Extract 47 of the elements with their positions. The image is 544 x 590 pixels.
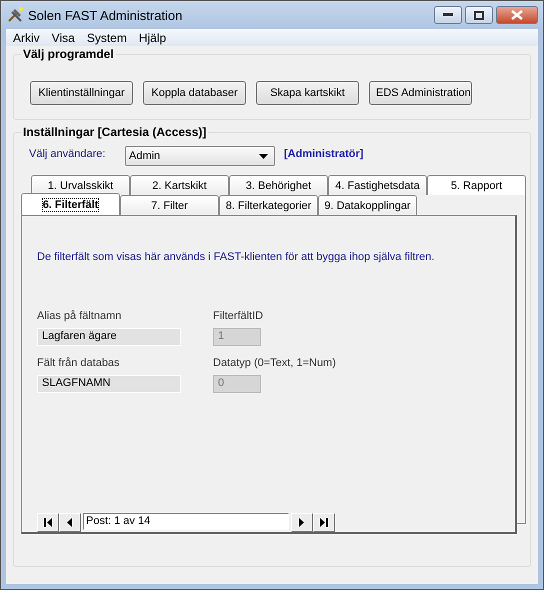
input-field[interactable]: Lagfaren ägare — [37, 328, 181, 346]
user-dropdown[interactable]: Admin — [125, 146, 275, 166]
field-label: Alias på fältnamn — [37, 310, 122, 322]
minimize-icon — [443, 13, 453, 17]
field-label: Datatyp (0=Text, 1=Num) — [213, 357, 337, 369]
group-title: Inställningar [Cartesia (Access)] — [21, 125, 208, 139]
input-field[interactable]: SLAGFNAMN — [37, 375, 181, 393]
tab[interactable]: 1. Urvalsskikt — [31, 175, 130, 195]
previous-icon — [67, 518, 73, 527]
tab[interactable]: 2. Kartskikt — [130, 175, 229, 195]
tab[interactable]: 9. Datakopplingar — [318, 195, 417, 215]
maximize-icon — [474, 10, 484, 20]
dropdown-arrow-icon — [259, 154, 268, 158]
last-record-button[interactable] — [313, 513, 335, 532]
close-icon — [511, 10, 523, 20]
record-field[interactable]: Post: 1 av 14 — [83, 513, 289, 530]
tab[interactable]: 4. Fastighetsdata — [328, 175, 427, 195]
menu-item[interactable]: Visa — [46, 30, 82, 44]
next-record-button[interactable] — [291, 513, 313, 532]
tab[interactable]: 8. Filterkategorier — [219, 195, 318, 215]
field-label: Fält från databas — [37, 357, 121, 369]
menu-item[interactable]: Arkiv — [8, 30, 47, 44]
tab[interactable]: 6. Filterfält — [21, 193, 120, 215]
program-button[interactable]: Klientinställningar — [30, 81, 133, 105]
first-icon — [44, 518, 52, 527]
role-label: [Administratör] — [284, 148, 364, 160]
group-title: Välj programdel — [21, 47, 116, 61]
tools-icon — [6, 6, 24, 24]
window-title: Solen FAST Administration — [28, 8, 182, 22]
program-button[interactable]: Koppla databaser — [143, 81, 246, 105]
program-button[interactable]: Skapa kartskikt — [256, 81, 359, 105]
maximize-button[interactable] — [465, 6, 493, 24]
program-button[interactable]: EDS Administration — [369, 81, 472, 105]
close-button[interactable] — [496, 6, 538, 24]
user-label: Välj användare: — [29, 148, 106, 160]
previous-record-button[interactable] — [59, 513, 81, 532]
last-icon — [320, 518, 328, 527]
tab[interactable]: 5. Rapport — [427, 175, 526, 195]
tab[interactable]: 3. Behörighet — [229, 175, 328, 195]
tab[interactable]: 7. Filter — [120, 195, 219, 215]
minimize-button[interactable] — [434, 6, 462, 24]
menu-item[interactable]: Hjälp — [134, 30, 174, 44]
next-icon — [299, 518, 305, 527]
menu-item[interactable]: System — [82, 30, 134, 44]
field-label: FilterfältID — [213, 310, 264, 322]
info-text: De filterfält som visas här används i FAST-klienten för att bygga ihop själva filtren. — [37, 251, 436, 263]
first-record-button[interactable] — [37, 513, 59, 532]
